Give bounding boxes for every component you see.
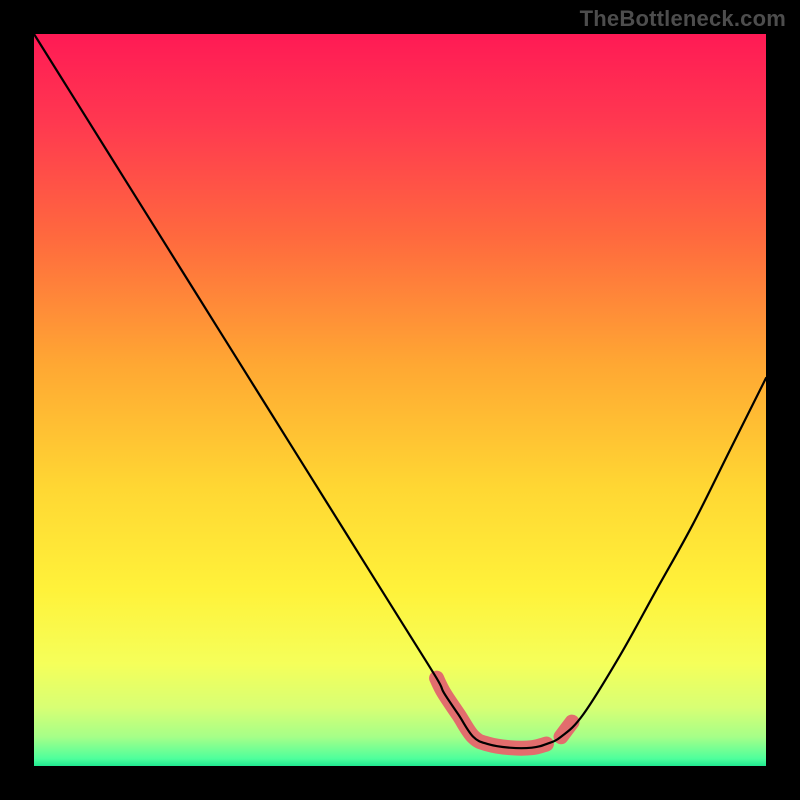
chart-stage: TheBottleneck.com — [0, 0, 800, 800]
chart-svg — [0, 0, 800, 800]
plot-background — [34, 34, 766, 766]
watermark-label: TheBottleneck.com — [580, 6, 786, 32]
